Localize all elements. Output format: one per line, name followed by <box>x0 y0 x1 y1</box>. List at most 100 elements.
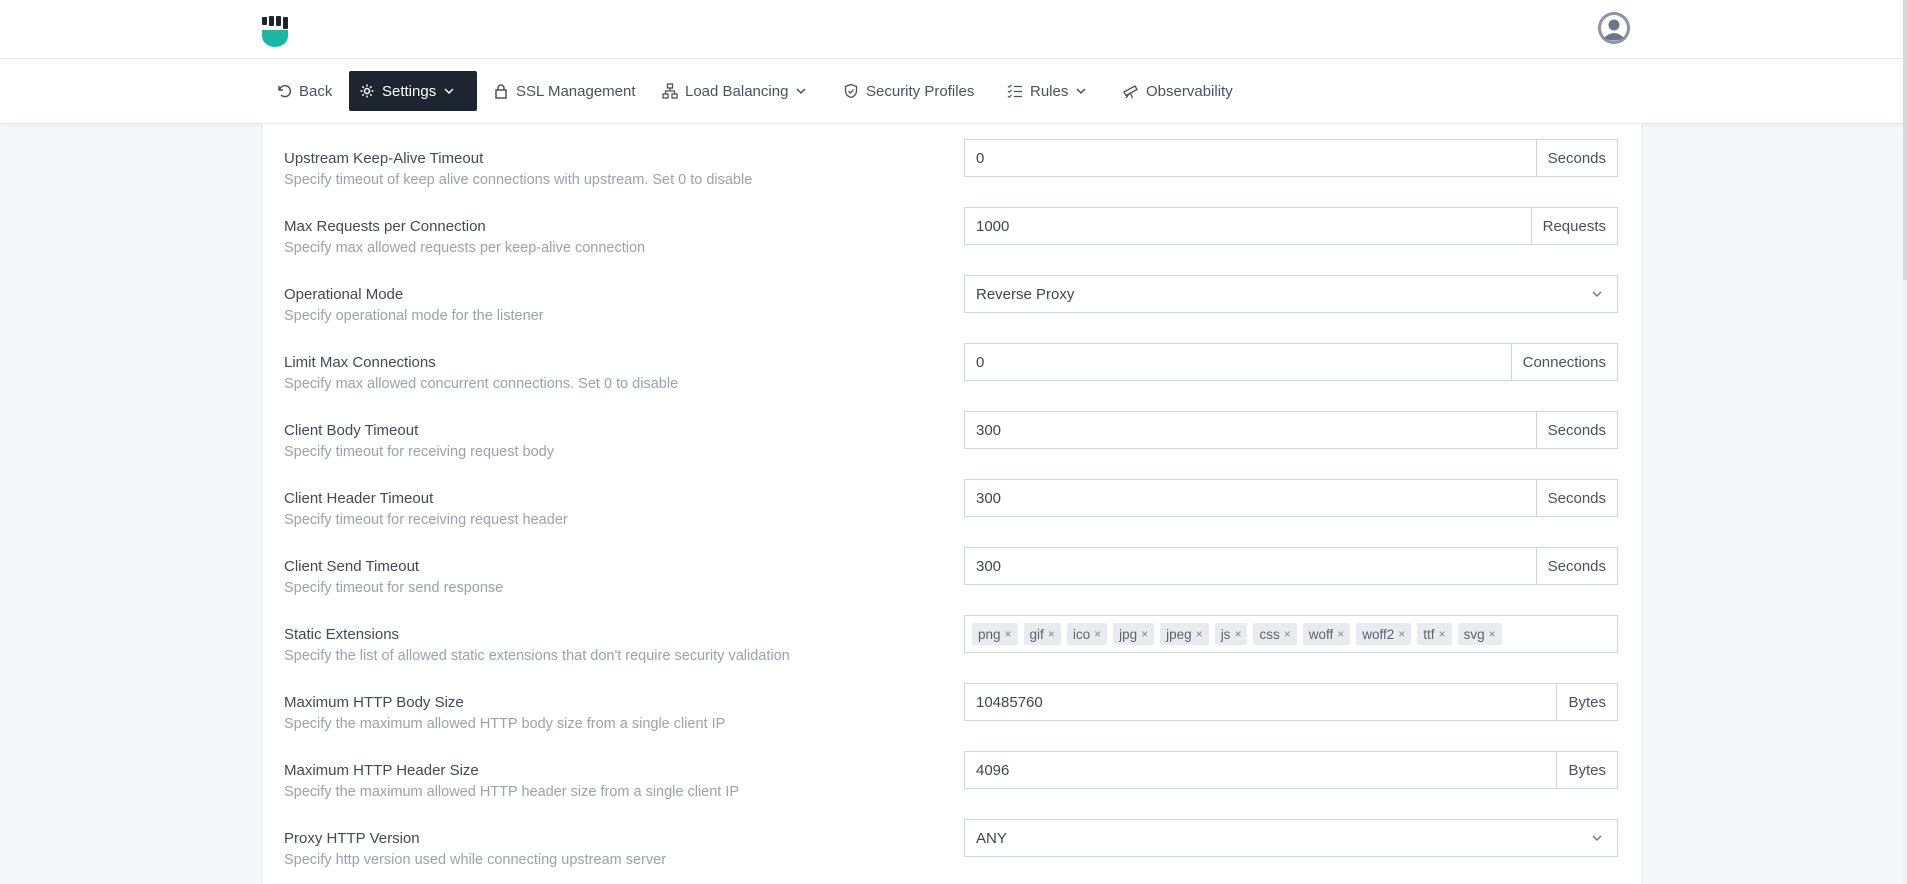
max-requests-input[interactable]: 1000 Requests <box>964 207 1618 245</box>
user-avatar[interactable] <box>1598 12 1630 44</box>
tag-item: woff × <box>1302 623 1351 645</box>
tag-item: jpeg × <box>1160 623 1209 645</box>
nav-observability-label: Observability <box>1146 82 1233 100</box>
client-body-timeout-input[interactable]: 300 Seconds <box>964 411 1618 449</box>
setting-client-body-timeout: Client Body Timeout Specify timeout for … <box>262 408 1642 476</box>
setting-operational-mode: Operational Mode Specify operational mod… <box>262 272 1642 340</box>
nav-rules[interactable]: Rules <box>997 71 1097 111</box>
unit-addon: Connections <box>1510 344 1617 380</box>
tag-label: svg <box>1463 626 1485 642</box>
chevron-down-icon <box>796 88 806 95</box>
setting-label: Proxy HTTP Version <box>284 830 420 847</box>
setting-description: Specify http version used while connecti… <box>284 852 667 868</box>
main-nav: Back Settings SSL Management Load Balanc… <box>0 59 1903 124</box>
tag-label: woff <box>1308 626 1334 642</box>
tag-remove-icon[interactable]: × <box>1141 627 1148 641</box>
chevron-down-icon[interactable] <box>1591 276 1617 312</box>
static-extensions-tag-input[interactable]: png × gif × ico × jpg × jpeg × js × css × woff ×… <box>964 615 1618 653</box>
tag-remove-icon[interactable]: × <box>1398 627 1405 641</box>
unit-addon: Seconds <box>1535 412 1617 448</box>
setting-max-http-body-size: Maximum HTTP Body Size Specify the maxim… <box>262 680 1642 748</box>
proxy-http-version-select[interactable]: ANY <box>964 819 1618 857</box>
max-header-size-input[interactable]: 4096 Bytes <box>964 751 1618 789</box>
setting-description: Specify timeout for receiving request bo… <box>284 444 554 460</box>
tag-label: ttf <box>1423 626 1435 642</box>
scrollbar-thumb[interactable] <box>1903 0 1907 280</box>
client-send-timeout-input[interactable]: 300 Seconds <box>964 547 1618 585</box>
setting-proxy-http-version: Proxy HTTP Version Specify http version … <box>262 816 1642 884</box>
max-body-size-input[interactable]: 10485760 Bytes <box>964 683 1618 721</box>
setting-label: Maximum HTTP Header Size <box>284 762 479 779</box>
page-scrollbar[interactable] <box>1903 0 1907 884</box>
setting-limit-max-connections: Limit Max Connections Specify max allowe… <box>262 340 1642 408</box>
tag-remove-icon[interactable]: × <box>1048 627 1055 641</box>
tag-label: jpg <box>1119 626 1138 642</box>
input-value[interactable]: 0 <box>965 140 1536 176</box>
tag-label: js <box>1220 626 1231 642</box>
tag-label: css <box>1259 626 1280 642</box>
tag-remove-icon[interactable]: × <box>1439 627 1446 641</box>
unit-addon: Bytes <box>1556 684 1617 720</box>
tag-remove-icon[interactable]: × <box>1234 627 1241 641</box>
settings-panel: Upstream Keep-Alive Timeout Specify time… <box>261 124 1643 884</box>
setting-label: Client Send Timeout <box>284 558 420 575</box>
tag-item: ico × <box>1066 623 1108 645</box>
tag-label: woff2 <box>1362 626 1395 642</box>
fist-logo[interactable] <box>260 16 290 48</box>
select-value[interactable]: Reverse Proxy <box>965 276 1591 312</box>
shield-icon <box>844 83 858 99</box>
setting-label: Client Header Timeout <box>284 490 434 507</box>
tag-remove-icon[interactable]: × <box>1196 627 1203 641</box>
setting-label: Upstream Keep-Alive Timeout <box>284 150 484 167</box>
setting-description: Specify timeout for receiving request he… <box>284 512 568 528</box>
setting-description: Specify the list of allowed static exten… <box>284 648 790 664</box>
setting-label: Max Requests per Connection <box>284 218 486 235</box>
operational-mode-select[interactable]: Reverse Proxy <box>964 275 1618 313</box>
nav-observability[interactable]: Observability <box>1112 71 1243 111</box>
tag-label: jpeg <box>1166 626 1192 642</box>
tag-remove-icon[interactable]: × <box>1094 627 1101 641</box>
setting-description: Specify the maximum allowed HTTP header … <box>284 784 740 800</box>
nav-settings-label: Settings <box>382 82 437 100</box>
tag-remove-icon[interactable]: × <box>1337 627 1344 641</box>
nav-load-balancing[interactable]: Load Balancing <box>652 71 817 111</box>
list-check-icon <box>1007 84 1022 99</box>
tag-item: woff2 × <box>1356 623 1412 645</box>
input-value[interactable]: 1000 <box>965 208 1531 244</box>
lock-icon <box>495 84 507 99</box>
tag-item: js × <box>1214 623 1248 645</box>
nav-security-profiles[interactable]: Security Profiles <box>833 71 984 111</box>
input-value[interactable]: 4096 <box>965 752 1556 788</box>
upstream-keepalive-input[interactable]: 0 Seconds <box>964 139 1618 177</box>
setting-description: Specify max allowed requests per keep-al… <box>284 240 646 256</box>
tag-remove-icon[interactable]: × <box>1489 627 1496 641</box>
tag-remove-icon[interactable]: × <box>1005 627 1012 641</box>
nav-back[interactable]: Back <box>266 71 342 111</box>
setting-description: Specify the maximum allowed HTTP body si… <box>284 716 726 732</box>
chevron-down-icon[interactable] <box>1591 820 1617 856</box>
input-value[interactable]: 300 <box>965 412 1536 448</box>
user-icon <box>1598 12 1630 44</box>
input-value[interactable]: 300 <box>965 548 1536 584</box>
setting-max-requests: Max Requests per Connection Specify max … <box>262 204 1642 272</box>
top-header <box>0 0 1903 59</box>
chevron-down-icon <box>1076 88 1086 95</box>
select-value[interactable]: ANY <box>965 820 1591 856</box>
input-value[interactable]: 10485760 <box>965 684 1556 720</box>
max-connections-input[interactable]: 0 Connections <box>964 343 1618 381</box>
setting-label: Maximum HTTP Body Size <box>284 694 464 711</box>
unit-addon: Seconds <box>1535 548 1617 584</box>
client-header-timeout-input[interactable]: 300 Seconds <box>964 479 1618 517</box>
input-value[interactable]: 0 <box>965 344 1511 380</box>
nav-settings[interactable]: Settings <box>349 71 477 111</box>
input-value[interactable]: 300 <box>965 480 1536 516</box>
tag-remove-icon[interactable]: × <box>1284 627 1291 641</box>
tag-item: svg × <box>1457 623 1502 645</box>
nav-ssl-management[interactable]: SSL Management <box>483 71 646 111</box>
tag-label: png <box>978 626 1001 642</box>
unit-addon: Requests <box>1530 208 1617 244</box>
nav-ssl-label: SSL Management <box>516 82 636 100</box>
tag-list[interactable]: png × gif × ico × jpg × jpeg × js × css × woff ×… <box>965 616 1617 652</box>
setting-description: Specify operational mode for the listene… <box>284 308 544 324</box>
setting-upstream-keepalive: Upstream Keep-Alive Timeout Specify time… <box>262 136 1642 204</box>
